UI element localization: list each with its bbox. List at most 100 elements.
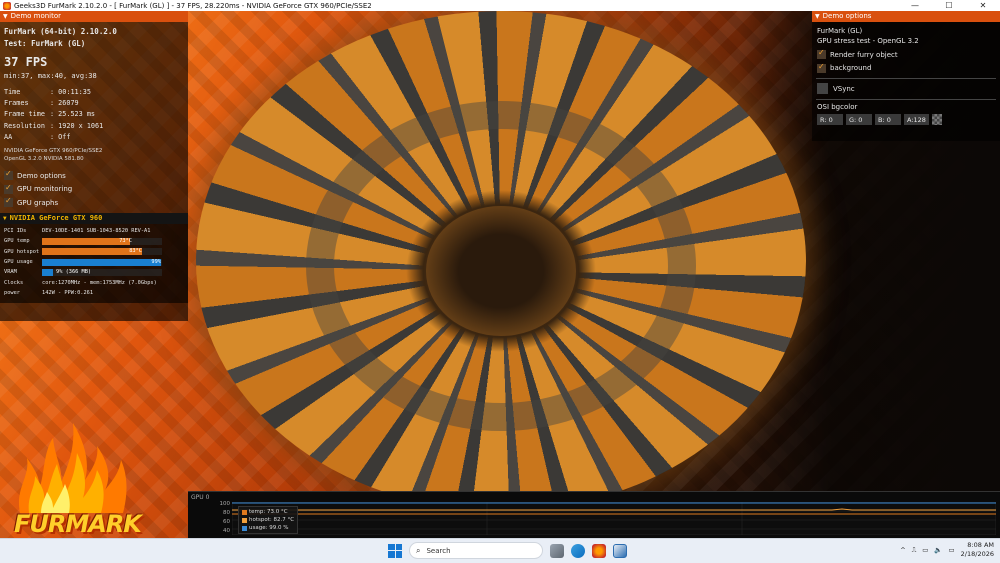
collapse-caret-icon[interactable]: ▼ <box>3 213 7 224</box>
demo-monitor-header[interactable]: ▼ Demo monitor <box>0 11 188 22</box>
collapse-caret-icon[interactable]: ▼ <box>3 11 8 22</box>
metric-value: core:1270MHz - mem:1753MHz (7.0Gbps) <box>42 279 157 286</box>
stat-key: Frame time <box>4 110 45 119</box>
checkbox-icon[interactable] <box>4 169 13 181</box>
graph-title: GPU 0 <box>191 494 210 501</box>
legend-label: usage: 99.0 % <box>249 525 289 531</box>
close-button[interactable]: ✕ <box>966 0 1000 11</box>
stat-key: Time <box>4 88 21 96</box>
stat-row: Frames: 26079 <box>4 98 188 109</box>
renderer-line: NVIDIA GeForce GTX 960/PCIe/SSE2 <box>4 148 103 155</box>
tray-overflow-chevron[interactable]: ^ <box>900 546 905 554</box>
legend-label: temp: 73.0 °C <box>249 509 288 515</box>
taskbar-search[interactable]: ⌕ Search <box>409 542 543 559</box>
taskbar-apps: ⌕ Search <box>388 542 627 559</box>
stat-key: Resolution <box>4 121 45 130</box>
metric-label: GPU temp <box>4 238 30 245</box>
renderer-info: NVIDIA GeForce GTX 960/PCIe/SSE2 OpenGL … <box>4 147 188 163</box>
window-title: Geeks3D FurMark 2.10.2.0 - [ FurMark (GL… <box>14 1 372 10</box>
gpu-row-vram: VRAM 9% (366 MB) <box>4 267 188 277</box>
checkbox-label: Render furry object <box>830 50 898 59</box>
usb-device-icon[interactable]: ⎍ <box>912 546 917 555</box>
blue-channel-field[interactable]: B: 0 <box>875 113 901 125</box>
collapse-caret-icon[interactable]: ▼ <box>815 11 820 22</box>
demo-options-header[interactable]: ▼ Demo options <box>812 11 1000 22</box>
graph-legend: temp: 73.0 °C hotspot: 82.7 °C usage: 99… <box>238 506 299 534</box>
app-window-icon[interactable] <box>613 543 627 558</box>
checkbox-icon[interactable] <box>817 48 826 60</box>
metric-label: Clocks <box>4 279 24 286</box>
edge-browser-icon[interactable] <box>571 543 585 558</box>
stat-value: : Off <box>50 132 71 141</box>
stat-value: : 1920 x 1061 <box>50 121 104 130</box>
checkbox-label: Demo options <box>17 171 66 180</box>
demo-options-title: Demo options <box>822 12 872 20</box>
gpu-metrics: PCI IDs DEV-10DE-1401 SUB-1043-8520 REV-… <box>0 224 188 298</box>
checkbox-render-furry-object[interactable]: Render furry object <box>817 48 1000 62</box>
gpu-row-usage: GPU usage 99% <box>4 257 188 267</box>
stats-table: Time: 00:11:35 Frames: 26079 Frame time:… <box>4 87 188 143</box>
checkbox-background[interactable]: background <box>817 62 1000 76</box>
temp-bar-text: 73°C <box>119 237 132 244</box>
checkbox-vsync[interactable]: VSync <box>817 82 1000 96</box>
red-channel-field[interactable]: R: 0 <box>817 113 843 125</box>
furry-donut-object <box>196 11 806 511</box>
network-icon[interactable]: ▭ <box>922 546 928 554</box>
gpu-row-clocks: Clocks core:1270MHz - mem:1753MHz (7.0Gb… <box>4 277 188 287</box>
checkbox-gpu-monitoring[interactable]: GPU monitoring <box>4 183 188 197</box>
checkbox-icon[interactable] <box>817 83 828 95</box>
furmark-logo: FURMARK <box>10 418 142 540</box>
gpu-graph-panel: GPU 0 100 80 60 40 temp: 73.0 °C hotspot… <box>188 491 1000 538</box>
gpu-panel-header[interactable]: ▼ NVIDIA GeForce GTX 960 <box>0 213 188 224</box>
furmark-taskbar-icon[interactable] <box>592 543 606 558</box>
osi-bgcolor-label: OSI bgcolor <box>817 102 858 111</box>
windows-start-icon[interactable] <box>388 543 402 558</box>
checkbox-label: VSync <box>833 84 855 93</box>
gpu-row-temp: GPU temp 73°C <box>4 236 188 246</box>
flame-icon <box>18 423 127 513</box>
demo-name: FurMark (GL) <box>817 27 863 35</box>
metric-label: PCI IDs <box>4 228 27 235</box>
stat-row: Time: 00:11:35 <box>4 87 188 98</box>
task-view-icon[interactable] <box>550 543 564 558</box>
maximize-button[interactable]: ☐ <box>932 0 966 11</box>
graph-plot <box>232 502 996 535</box>
alpha-channel-field[interactable]: A:128 <box>904 113 929 125</box>
clock[interactable]: 8:08 AM 2/18/2026 <box>961 541 994 559</box>
minimize-button[interactable]: — <box>898 0 932 11</box>
demo-monitor-title: Demo monitor <box>10 12 62 20</box>
metric-value: DEV-10DE-1401 SUB-1043-8520 REV-A1 <box>42 228 151 235</box>
legend-item-hotspot: hotspot: 82.7 °C <box>242 516 294 524</box>
checkbox-icon[interactable] <box>4 183 13 194</box>
y-tick-label: 60 <box>223 519 230 525</box>
hotspot-bar-text: 83°C <box>129 248 142 255</box>
clock-date: 2/18/2026 <box>960 550 994 558</box>
volume-icon[interactable]: 🔈 <box>934 546 942 554</box>
color-swatch[interactable] <box>931 113 942 125</box>
green-channel-field[interactable]: G: 0 <box>846 113 872 125</box>
battery-icon[interactable]: ▭ <box>949 546 955 554</box>
metric-label: GPU usage <box>4 259 33 266</box>
opengl-line: OpenGL 3.2.0 NVIDIA 581.80 <box>4 156 84 163</box>
title-bar: Geeks3D FurMark 2.10.2.0 - [ FurMark (GL… <box>0 0 1000 11</box>
hotspot-bar: 83°C <box>42 248 162 256</box>
checkbox-icon[interactable] <box>4 196 13 208</box>
checkbox-demo-options[interactable]: Demo options <box>4 169 188 183</box>
gpu-row-pci: PCI IDs DEV-10DE-1401 SUB-1043-8520 REV-… <box>4 226 188 236</box>
checkbox-icon[interactable] <box>817 62 826 73</box>
checkbox-gpu-graphs[interactable]: GPU graphs <box>4 196 188 210</box>
system-tray: ^ ⎍ ▭ 🔈 ▭ 8:08 AM 2/18/2026 <box>900 541 994 559</box>
metric-label: power <box>4 289 20 296</box>
clock-time: 8:08 AM <box>967 541 994 549</box>
taskbar: ⌕ Search ^ ⎍ ▭ 🔈 ▭ 8:08 AM 2/18/2026 <box>0 538 1000 563</box>
usage-bar-text: 99% <box>151 258 161 265</box>
stat-row: AA: Off <box>4 132 188 143</box>
metric-label: GPU hotspot <box>4 248 40 255</box>
search-placeholder: Search <box>426 546 451 555</box>
fps-readout: 37 FPS <box>4 55 48 69</box>
metric-value: 142W - PPW:0.261 <box>42 289 94 296</box>
gpu-monitoring-panel: ▼ NVIDIA GeForce GTX 960 PCI IDs DEV-10D… <box>0 213 188 303</box>
app-version-line: FurMark (64-bit) 2.10.2.0 <box>4 27 117 36</box>
demo-subtitle: GPU stress test - OpenGL 3.2 <box>817 37 919 45</box>
y-tick-label: 100 <box>219 501 231 507</box>
